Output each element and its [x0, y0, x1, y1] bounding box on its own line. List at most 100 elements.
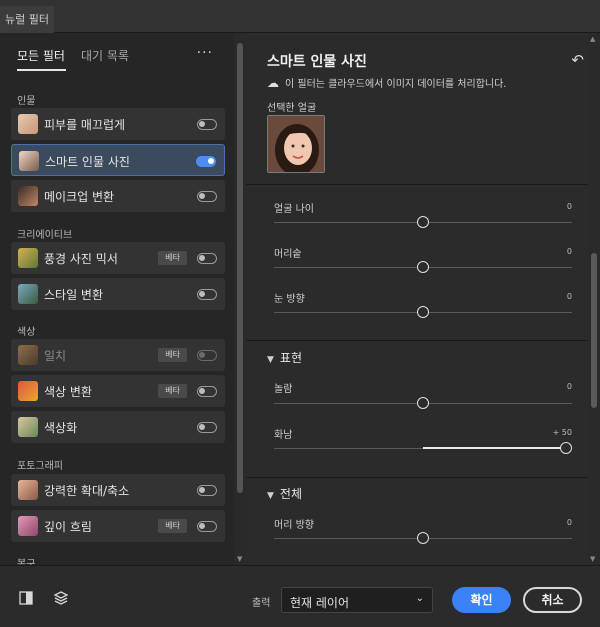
filter-thumbnail — [18, 114, 38, 134]
filter-item-colorize[interactable]: 색상화 — [11, 411, 225, 443]
filter-thumbnail — [18, 284, 38, 304]
filter-item-style-transfer[interactable]: 스타일 변환 — [11, 278, 225, 310]
filter-item-harmonization: 일치 베타 — [11, 339, 225, 371]
filter-label: 스마트 인물 사진 — [45, 155, 130, 169]
filter-toggle[interactable] — [197, 386, 217, 397]
filter-label: 메이크업 변환 — [44, 190, 115, 204]
scrollbar-thumb[interactable] — [237, 43, 243, 493]
cloud-icon: ☁ — [267, 76, 279, 90]
slider-label-head-direction: 머리 방향 — [274, 520, 314, 531]
divider — [246, 340, 588, 341]
more-options-icon[interactable]: ··· — [197, 45, 213, 61]
filter-label: 색상 변환 — [44, 385, 92, 399]
selected-face-thumbnail[interactable] — [267, 115, 325, 173]
title-bar: 뉴럴 필터 — [0, 0, 600, 33]
slider-handle-surprise[interactable] — [417, 397, 429, 409]
tab-wait-list[interactable]: 대기 목록 — [81, 47, 129, 64]
beta-badge: 베타 — [158, 519, 187, 533]
slider-handle-anger[interactable] — [560, 442, 572, 454]
beta-badge: 베타 — [158, 348, 187, 362]
filter-item-super-zoom[interactable]: 강력한 확대/축소 — [11, 474, 225, 506]
filter-label: 일치 — [44, 349, 67, 363]
filter-list-scrollbar[interactable]: ▼ — [234, 33, 246, 565]
output-label: 출력 — [252, 598, 271, 609]
chevron-down-icon: ⌄ — [415, 593, 424, 604]
layers-icon[interactable] — [50, 587, 72, 609]
cloud-note-text: 이 필터는 클라우드에서 이미지 데이터를 처리합니다. — [285, 79, 507, 90]
cancel-button[interactable]: 취소 — [523, 587, 582, 613]
filter-label: 색상화 — [44, 421, 78, 435]
filter-thumbnail — [18, 516, 38, 536]
filter-thumbnail — [18, 381, 38, 401]
slider-value-anger: + 50 — [552, 428, 572, 437]
scrollbar-thumb[interactable] — [591, 253, 597, 408]
output-select-value: 현재 레이어 — [290, 596, 350, 610]
filter-item-depth-blur[interactable]: 깊이 흐림 베타 — [11, 510, 225, 542]
panel-tab-neural-filters[interactable]: 뉴럴 필터 — [0, 6, 54, 33]
divider — [246, 184, 588, 185]
slider-value-head-direction: 0 — [566, 518, 572, 527]
chevron-down-icon: ▼ — [267, 491, 274, 501]
selected-face-label: 선택한 얼굴 — [267, 103, 317, 114]
filter-toggle[interactable] — [197, 289, 217, 300]
preview-toggle-icon[interactable] — [15, 587, 37, 609]
filter-toggle[interactable] — [197, 119, 217, 130]
filter-toggle[interactable] — [197, 485, 217, 496]
filter-thumbnail — [18, 345, 38, 365]
filter-label: 깊이 흐림 — [44, 520, 92, 534]
section-creative: 크리에이티브 — [17, 230, 73, 241]
slider-label-hair: 머리숱 — [274, 249, 302, 260]
filter-item-color-transfer[interactable]: 색상 변환 베타 — [11, 375, 225, 407]
settings-scrollbar[interactable]: ▲ ▼ — [588, 33, 600, 565]
filter-thumbnail — [18, 480, 38, 500]
group-label: 전체 — [279, 487, 303, 501]
beta-badge: 베타 — [158, 384, 187, 398]
scroll-up-icon[interactable]: ▲ — [590, 35, 595, 43]
section-photography: 포토그래피 — [17, 461, 63, 472]
ok-button[interactable]: 확인 — [452, 587, 511, 613]
reset-icon[interactable]: ↶ — [571, 51, 584, 69]
filter-toggle[interactable] — [197, 521, 217, 532]
filter-item-makeup-transfer[interactable]: 메이크업 변환 — [11, 180, 225, 212]
output-select[interactable]: 현재 레이어 ⌄ — [281, 587, 433, 613]
slider-value-gaze: 0 — [566, 292, 572, 301]
group-label: 표현 — [279, 351, 303, 365]
chevron-down-icon: ▼ — [267, 355, 274, 365]
slider-label-surprise: 놀람 — [274, 384, 293, 395]
filter-toggle — [197, 350, 217, 361]
filter-thumbnail — [18, 248, 38, 268]
slider-handle-face-age[interactable] — [417, 216, 429, 228]
filter-thumbnail — [19, 151, 39, 171]
filter-label: 풍경 사진 믹서 — [44, 252, 118, 266]
filter-label: 스타일 변환 — [44, 288, 104, 302]
filter-title: 스마트 인물 사진 — [267, 54, 367, 70]
filter-toggle[interactable] — [197, 253, 217, 264]
slider-value-hair: 0 — [566, 247, 572, 256]
divider — [246, 477, 588, 478]
slider-handle-head-direction[interactable] — [417, 532, 429, 544]
filter-toggle[interactable] — [197, 191, 217, 202]
face-image — [268, 116, 324, 172]
slider-handle-gaze[interactable] — [417, 306, 429, 318]
slider-label-gaze: 눈 방향 — [274, 294, 305, 305]
tab-all-filters[interactable]: 모든 필터 — [17, 47, 65, 64]
filter-item-smooth-skin[interactable]: 피부를 매끄럽게 — [11, 108, 225, 140]
cloud-note: ☁ 이 필터는 클라우드에서 이미지 데이터를 처리합니다. — [267, 75, 506, 90]
filter-toggle[interactable] — [196, 156, 216, 167]
group-expression[interactable]: ▼ 표현 — [267, 349, 302, 366]
slider-handle-hair[interactable] — [417, 261, 429, 273]
section-portrait: 인물 — [17, 96, 36, 107]
filter-settings-panel: 스마트 인물 사진 ↶ ☁ 이 필터는 클라우드에서 이미지 데이터를 처리합니다… — [246, 33, 588, 565]
slider-value-surprise: 0 — [566, 382, 572, 391]
active-tab-indicator — [17, 69, 66, 71]
filter-toggle[interactable] — [197, 422, 217, 433]
scroll-down-icon[interactable]: ▼ — [237, 555, 242, 563]
filter-item-smart-portrait[interactable]: 스마트 인물 사진 — [11, 144, 225, 176]
filter-tabs: 모든 필터 대기 목록 ··· — [17, 45, 227, 73]
filter-item-landscape-mixer[interactable]: 풍경 사진 믹서 베타 — [11, 242, 225, 274]
group-global[interactable]: ▼ 전체 — [267, 485, 302, 502]
filter-label: 강력한 확대/축소 — [44, 484, 130, 498]
slider-label-anger: 화남 — [274, 430, 293, 441]
slider-fill-anger — [423, 447, 566, 449]
scroll-down-icon[interactable]: ▼ — [590, 555, 595, 563]
